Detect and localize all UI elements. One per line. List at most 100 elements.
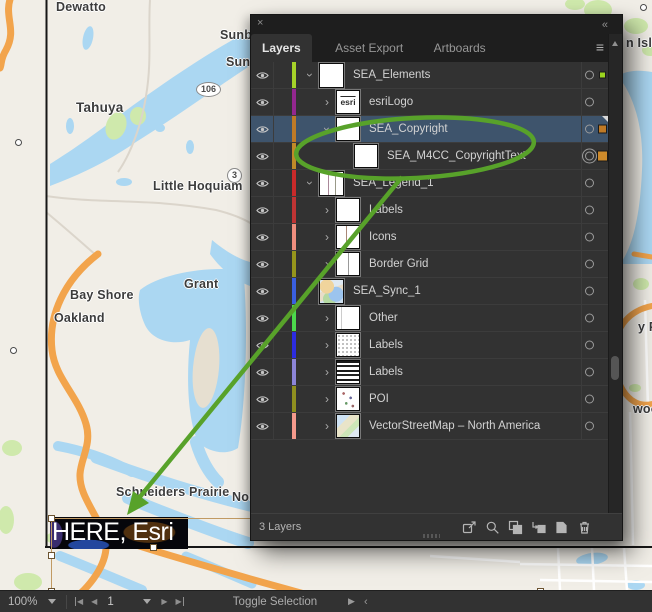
layer-name[interactable]: SEA_Elements: [353, 69, 430, 81]
expand-chevron-icon[interactable]: ›: [320, 257, 334, 271]
layer-thumbnail[interactable]: [336, 333, 360, 357]
lock-toggle[interactable]: [274, 224, 292, 250]
make-clipping-mask-icon[interactable]: [508, 520, 523, 535]
play-icon[interactable]: ▶: [348, 596, 355, 607]
visibility-eye-icon[interactable]: [251, 143, 274, 169]
layer-thumbnail[interactable]: esri: [336, 90, 360, 114]
visibility-eye-icon[interactable]: [251, 116, 274, 142]
layer-thumbnail[interactable]: [336, 225, 360, 249]
target-circle[interactable]: [585, 287, 594, 296]
collect-for-export-icon[interactable]: [462, 520, 477, 535]
layer-name[interactable]: Labels: [369, 366, 403, 378]
layer-name[interactable]: esriLogo: [369, 96, 413, 108]
artboard-number-field[interactable]: 1: [101, 596, 137, 608]
layer-thumbnail[interactable]: [319, 63, 344, 88]
layer-row-sea-sync[interactable]: › SEA_Sync_1: [251, 278, 611, 305]
lock-toggle[interactable]: [274, 413, 292, 439]
layer-name[interactable]: POI: [369, 393, 389, 405]
target-circle[interactable]: [585, 125, 594, 134]
layer-name[interactable]: Border Grid: [369, 258, 428, 270]
layer-row-sea-elements[interactable]: › SEA_Elements: [251, 62, 611, 89]
layer-thumbnail[interactable]: [319, 171, 344, 196]
expand-chevron-icon[interactable]: ›: [320, 365, 334, 379]
layer-name[interactable]: VectorStreetMap – North America: [369, 420, 540, 432]
layer-name[interactable]: SEA_Copyright: [369, 123, 448, 135]
visibility-eye-icon[interactable]: [251, 386, 274, 412]
visibility-eye-icon[interactable]: [251, 197, 274, 223]
visibility-eye-icon[interactable]: [251, 224, 274, 250]
layer-row-labels-3[interactable]: › Labels: [251, 359, 611, 386]
layer-thumbnail[interactable]: [336, 252, 360, 276]
first-artboard-button[interactable]: ◀: [75, 597, 83, 606]
lock-toggle[interactable]: [274, 89, 292, 115]
visibility-eye-icon[interactable]: [251, 413, 274, 439]
layer-thumbnail[interactable]: [336, 360, 360, 384]
next-artboard-button[interactable]: ▶: [161, 597, 167, 606]
lock-toggle[interactable]: [274, 143, 292, 169]
layer-row-sea-copyright[interactable]: › SEA_Copyright: [251, 116, 611, 143]
locate-object-icon[interactable]: [485, 520, 500, 535]
layer-row-labels-2[interactable]: › Labels: [251, 332, 611, 359]
expand-chevron-icon[interactable]: ›: [303, 176, 317, 190]
panel-resize-grip[interactable]: [423, 534, 440, 538]
selection-handle[interactable]: [48, 552, 55, 559]
expand-chevron-icon[interactable]: ›: [320, 95, 334, 109]
expand-chevron-icon[interactable]: ›: [320, 392, 334, 406]
visibility-eye-icon[interactable]: [251, 62, 274, 88]
tab-layers[interactable]: Layers: [251, 34, 312, 62]
layer-row-icons[interactable]: › Icons: [251, 224, 611, 251]
target-circle[interactable]: [585, 179, 594, 188]
layer-thumbnail[interactable]: [336, 387, 360, 411]
target-circle[interactable]: [585, 71, 594, 80]
layer-name[interactable]: SEA_M4CC_CopyrightText: [387, 150, 526, 162]
lock-toggle[interactable]: [274, 305, 292, 331]
expand-chevron-icon[interactable]: ›: [320, 203, 334, 217]
layer-thumbnail[interactable]: [336, 198, 360, 222]
target-circle[interactable]: [585, 368, 594, 377]
layer-name[interactable]: Labels: [369, 339, 403, 351]
visibility-eye-icon[interactable]: [251, 89, 274, 115]
layer-thumbnail[interactable]: [336, 414, 360, 438]
zoom-dropdown-caret-icon[interactable]: [48, 599, 56, 604]
layer-name[interactable]: Other: [369, 312, 398, 324]
lock-toggle[interactable]: [274, 278, 292, 304]
target-circle[interactable]: [585, 98, 594, 107]
selection-proxy[interactable]: [599, 72, 606, 79]
lock-toggle[interactable]: [274, 332, 292, 358]
scrollbar-thumb[interactable]: [611, 356, 619, 380]
target-circle[interactable]: [585, 314, 594, 323]
panel-menu-icon[interactable]: ≡: [596, 39, 604, 55]
selection-handle[interactable]: [150, 544, 157, 551]
layer-row-vectorstreetmap[interactable]: › VectorStreetMap – North America: [251, 413, 611, 440]
scroll-up-icon[interactable]: [612, 41, 618, 46]
lock-toggle[interactable]: [274, 197, 292, 223]
layer-thumbnail[interactable]: [354, 144, 378, 168]
layer-name[interactable]: Labels: [369, 204, 403, 216]
selection-proxy[interactable]: [598, 125, 607, 134]
visibility-eye-icon[interactable]: [251, 278, 274, 304]
layer-thumbnail[interactable]: [319, 279, 344, 304]
expand-chevron-icon[interactable]: ›: [320, 419, 334, 433]
visibility-eye-icon[interactable]: [251, 251, 274, 277]
layer-thumbnail[interactable]: [336, 306, 360, 330]
artboard-dropdown-caret-icon[interactable]: [143, 599, 151, 604]
target-circle[interactable]: [585, 260, 594, 269]
new-sublayer-icon[interactable]: [531, 520, 546, 535]
lock-toggle[interactable]: [274, 359, 292, 385]
selection-handle[interactable]: [48, 515, 55, 522]
expand-chevron-icon[interactable]: ›: [303, 284, 317, 298]
tab-artboards[interactable]: Artboards: [423, 34, 497, 62]
delete-layer-icon[interactable]: [577, 520, 592, 535]
layer-row-labels-1[interactable]: › Labels: [251, 197, 611, 224]
visibility-eye-icon[interactable]: [251, 332, 274, 358]
target-circle[interactable]: [585, 233, 594, 242]
layer-row-border-grid[interactable]: › Border Grid: [251, 251, 611, 278]
lock-toggle[interactable]: [274, 170, 292, 196]
new-layer-icon[interactable]: [554, 520, 569, 535]
lock-toggle[interactable]: [274, 62, 292, 88]
zoom-level[interactable]: 100%: [8, 596, 42, 608]
layer-thumbnail[interactable]: [336, 117, 360, 141]
copyright-attribution-art[interactable]: HERE, Esri: [50, 517, 188, 549]
tab-asset-export[interactable]: Asset Export: [324, 34, 414, 62]
target-circle[interactable]: [585, 422, 594, 431]
